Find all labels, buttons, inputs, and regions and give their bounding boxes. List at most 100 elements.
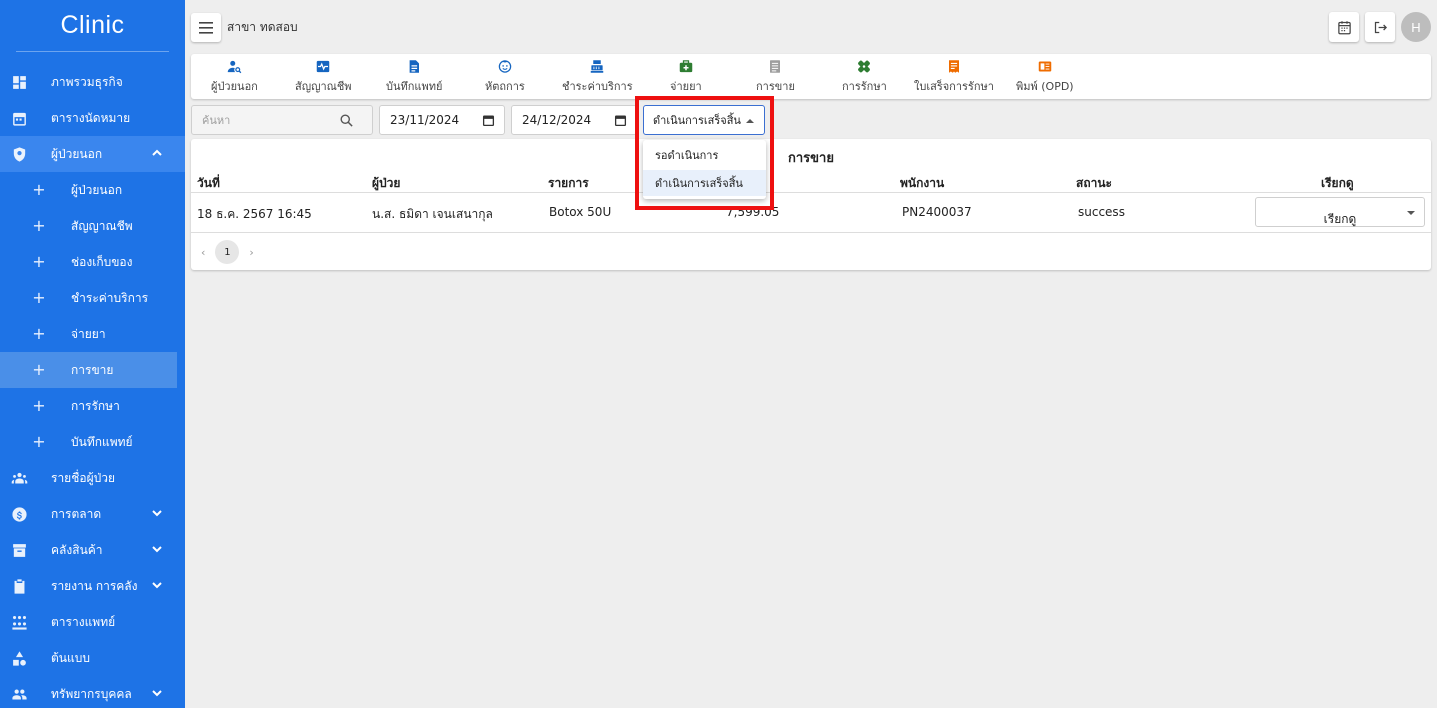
quick-print-opd[interactable]: พิมพ์ (OPD) bbox=[1016, 59, 1074, 95]
chevron-up-icon bbox=[151, 147, 163, 159]
quick-doctor-notes[interactable]: บันทึกแพทย์ bbox=[386, 59, 442, 95]
print-book-icon bbox=[1038, 61, 1052, 72]
sidebar-item-templates[interactable]: ต้นแบบ bbox=[0, 640, 185, 676]
date-from-field[interactable]: 23/11/2024 bbox=[379, 105, 505, 135]
date-to-value: 24/12/2024 bbox=[522, 113, 592, 127]
clipboard-icon bbox=[10, 577, 28, 595]
sidebar-item-label: การตลาด bbox=[51, 506, 102, 521]
group-icon bbox=[10, 685, 28, 703]
quick-treatment-receipt[interactable]: ใบเสร็จการรักษา bbox=[914, 59, 994, 95]
date-to-field[interactable]: 24/12/2024 bbox=[511, 105, 637, 135]
dollar-icon bbox=[10, 505, 28, 523]
quick-sales[interactable]: การขาย bbox=[756, 59, 795, 95]
view-action-label: เรียกดู bbox=[1323, 212, 1357, 226]
sidebar-subitem-storage[interactable]: + ช่องเก็บของ bbox=[0, 244, 185, 280]
calendar-icon[interactable] bbox=[614, 114, 627, 127]
quick-vitals[interactable]: สัญญาณชีพ bbox=[295, 59, 352, 95]
sidebar-item-label: ภาพรวมธุรกิจ bbox=[51, 74, 123, 89]
sidebar-item-outpatient[interactable]: ผู้ป่วยนอก bbox=[0, 136, 185, 172]
sidebar-item-marketing[interactable]: การตลาด bbox=[0, 496, 185, 532]
quick-label: สัญญาณชีพ bbox=[295, 80, 352, 93]
quick-label: หัตถการ bbox=[485, 80, 525, 93]
prev-page-button[interactable]: ‹ bbox=[201, 246, 205, 259]
sidebar-item-label: ทรัพยากรบุคคล bbox=[51, 686, 132, 701]
sidebar-item-label: ตารางแพทย์ bbox=[51, 614, 116, 629]
list-icon bbox=[770, 60, 781, 73]
next-page-button[interactable]: › bbox=[249, 246, 253, 259]
sidebar-item-label: ต้นแบบ bbox=[51, 650, 90, 665]
sidebar-subitem-doctor-notes[interactable]: + บันทึกแพทย์ bbox=[0, 424, 185, 460]
sidebar-item-label: ตารางนัดหมาย bbox=[51, 110, 131, 125]
pagination: ‹ 1 › bbox=[201, 240, 254, 264]
view-action-select[interactable]: เรียกดู bbox=[1255, 197, 1425, 227]
top-bar: สาขา ทดสอบ H bbox=[191, 12, 1431, 42]
table-title: การขาย bbox=[788, 151, 834, 166]
quick-label: ผู้ป่วยนอก bbox=[211, 80, 258, 93]
sidebar-subitem-vitals[interactable]: + สัญญาณชีพ bbox=[0, 208, 185, 244]
plus-icon: + bbox=[32, 288, 46, 307]
sidebar-nav: ภาพรวมธุรกิจ ตารางนัดหมาย ผู้ป่วยนอก + ผ… bbox=[0, 64, 185, 708]
sidebar: Clinic ภาพรวมธุรกิจ ตารางนัดหมาย ผู้ป่วย… bbox=[0, 0, 185, 708]
quick-label: พิมพ์ (OPD) bbox=[1016, 80, 1074, 93]
quick-payment[interactable]: ชำระค่าบริการ bbox=[562, 59, 633, 95]
sidebar-item-finance-report[interactable]: รายงาน การคลัง bbox=[0, 568, 185, 604]
chevron-down-icon bbox=[151, 507, 163, 519]
quick-label: จ่ายยา bbox=[670, 80, 702, 93]
quick-label: การขาย bbox=[756, 80, 795, 93]
search-icon[interactable] bbox=[339, 113, 354, 128]
col-patient: ผู้ป่วย bbox=[372, 176, 401, 190]
shield-icon bbox=[10, 145, 28, 163]
team-icon bbox=[10, 613, 28, 631]
people-icon bbox=[10, 469, 28, 487]
highlight-box bbox=[635, 96, 774, 210]
sidebar-subitem-treatment[interactable]: + การรักษา bbox=[0, 388, 185, 424]
sales-table-card: การขาย วันที่ ผู้ป่วย รายการ พนักงาน สถา… bbox=[191, 139, 1431, 270]
search-box bbox=[191, 105, 373, 135]
quick-procedures[interactable]: หัตถการ bbox=[485, 59, 525, 95]
cell-item: Botox 50U bbox=[549, 205, 612, 219]
chevron-down-icon bbox=[151, 687, 163, 699]
page-1-button[interactable]: 1 bbox=[215, 240, 240, 264]
sidebar-item-appointments[interactable]: ตารางนัดหมาย bbox=[0, 100, 185, 136]
sidebar-subitem-outpatient[interactable]: + ผู้ป่วยนอก bbox=[0, 172, 185, 208]
col-status: สถานะ bbox=[1076, 176, 1112, 190]
face-icon bbox=[498, 60, 512, 73]
user-avatar[interactable]: H bbox=[1401, 12, 1431, 42]
dashboard-icon bbox=[10, 73, 28, 91]
chevron-down-icon bbox=[151, 579, 163, 591]
sidebar-item-hr[interactable]: ทรัพยากรบุคคล bbox=[0, 676, 185, 708]
patient-search-icon bbox=[228, 60, 242, 74]
sidebar-subitem-label: สัญญาณชีพ bbox=[71, 218, 133, 233]
calendar-icon bbox=[1337, 20, 1351, 34]
quick-dispense[interactable]: จ่ายยา bbox=[670, 59, 702, 95]
calendar-icon[interactable] bbox=[482, 114, 495, 127]
quick-outpatient[interactable]: ผู้ป่วยนอก bbox=[211, 59, 258, 95]
table-row: 18 ธ.ค. 2567 16:45 น.ส. ธมิดา เจนเสนากุล… bbox=[191, 193, 1431, 233]
sidebar-subitem-payment[interactable]: + ชำระค่าบริการ bbox=[0, 280, 185, 316]
quick-treatment[interactable]: การรักษา bbox=[842, 59, 887, 95]
hamburger-menu-button[interactable] bbox=[191, 13, 221, 42]
calendar-button[interactable] bbox=[1329, 12, 1359, 42]
sidebar-subitem-label: จ่ายยา bbox=[71, 326, 106, 341]
sidebar-item-dashboard[interactable]: ภาพรวมธุรกิจ bbox=[0, 64, 185, 100]
search-input[interactable] bbox=[192, 106, 332, 134]
shapes-icon bbox=[10, 649, 28, 667]
sidebar-item-inventory[interactable]: คลังสินค้า bbox=[0, 532, 185, 568]
sidebar-item-label: รายชื่อผู้ป่วย bbox=[51, 470, 115, 485]
plus-icon: + bbox=[32, 180, 46, 199]
quick-label: บันทึกแพทย์ bbox=[386, 80, 443, 93]
sidebar-item-patient-list[interactable]: รายชื่อผู้ป่วย bbox=[0, 460, 185, 496]
plus-icon: + bbox=[32, 216, 46, 235]
sidebar-subitem-sales[interactable]: + การขาย bbox=[0, 352, 177, 388]
sidebar-item-label: รายงาน การคลัง bbox=[51, 578, 138, 593]
hamburger-icon bbox=[199, 21, 213, 34]
cell-staff: PN2400037 bbox=[902, 205, 972, 219]
plus-icon: + bbox=[32, 360, 46, 379]
sidebar-item-doctor-schedule[interactable]: ตารางแพทย์ bbox=[0, 604, 185, 640]
bandage-icon bbox=[858, 60, 871, 73]
col-date: วันที่ bbox=[197, 176, 220, 190]
caret-down-icon bbox=[1407, 211, 1415, 215]
logout-button[interactable] bbox=[1365, 12, 1395, 42]
sidebar-subitem-dispense[interactable]: + จ่ายยา bbox=[0, 316, 185, 352]
app-brand: Clinic bbox=[16, 0, 169, 52]
